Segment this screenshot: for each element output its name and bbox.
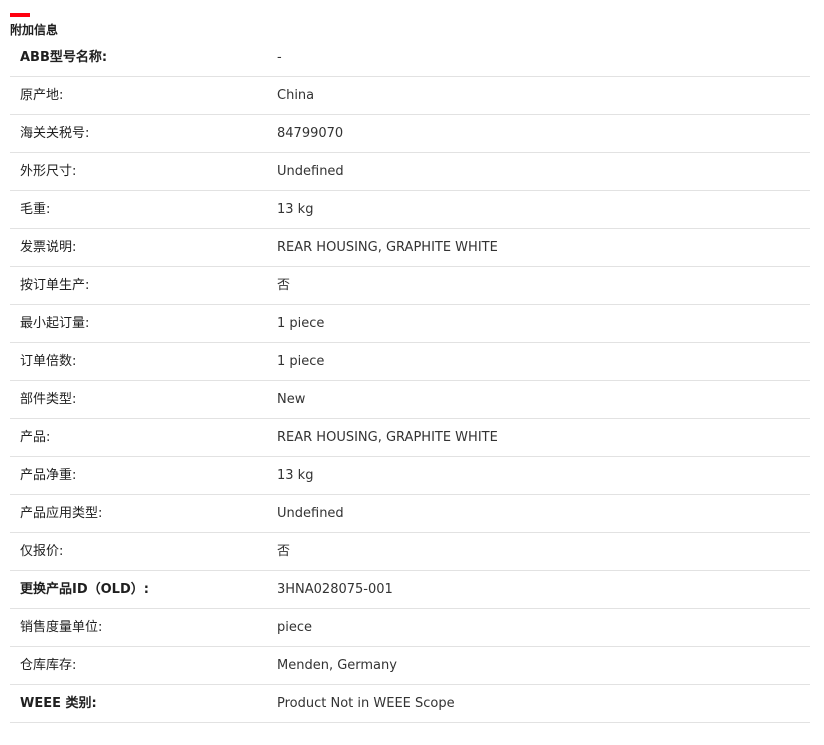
row-value: 否 (277, 544, 291, 559)
table-row: 外形尺寸: Undefined (10, 153, 810, 191)
row-label: 销售度量单位: (20, 620, 103, 635)
row-value: China (277, 88, 315, 103)
row-label: 仅报价: (20, 544, 64, 559)
table-row: ABB型号名称: - (10, 39, 810, 77)
row-label: 订单倍数: (20, 354, 77, 369)
row-value: 1 piece (277, 316, 325, 331)
row-value: New (277, 392, 306, 407)
row-value: piece (277, 620, 313, 635)
row-label: 产品应用类型: (20, 506, 103, 521)
table-row: 仓库库存: Menden, Germany (10, 647, 810, 685)
row-value: 否 (277, 278, 291, 293)
table-row: 海关关税号: 84799070 (10, 115, 810, 153)
row-label: WEEE 类别: (20, 696, 97, 711)
table-row: 更换产品ID（OLD）: 3HNA028075-001 (10, 571, 810, 609)
row-label: 部件类型: (20, 392, 77, 407)
row-label: 仓库库存: (20, 658, 77, 673)
table-row: WEEE 类别: Product Not in WEEE Scope (10, 685, 810, 723)
section-title: 附加信息 (10, 23, 59, 37)
row-value: Undefined (277, 164, 344, 179)
row-value: Menden, Germany (277, 658, 397, 673)
table-row: 发票说明: REAR HOUSING, GRAPHITE WHITE (10, 229, 810, 267)
row-value: 3HNA028075-001 (277, 582, 393, 597)
table-row: 订单倍数: 1 piece (10, 343, 810, 381)
row-value: 13 kg (277, 468, 314, 483)
row-value: 84799070 (277, 126, 344, 141)
row-label: 产品净重: (20, 468, 77, 483)
attributes-table: ABB型号名称: - 原产地: China 海关关税号: 84799070 外形… (10, 39, 810, 723)
section-accent-bar (10, 13, 30, 17)
row-value: REAR HOUSING, GRAPHITE WHITE (277, 430, 498, 445)
table-row: 原产地: China (10, 77, 810, 115)
row-label: 产品: (20, 430, 51, 445)
row-label: 最小起订量: (20, 316, 90, 331)
table-row: 销售度量单位: piece (10, 609, 810, 647)
row-value: REAR HOUSING, GRAPHITE WHITE (277, 240, 498, 255)
row-label: 外形尺寸: (20, 164, 77, 179)
row-label: 更换产品ID（OLD）: (20, 582, 149, 597)
row-label: 原产地: (20, 88, 64, 103)
table-row: 毛重: 13 kg (10, 191, 810, 229)
row-label: 发票说明: (20, 240, 77, 255)
table-row: 产品应用类型: Undefined (10, 495, 810, 533)
row-value: Undefined (277, 506, 344, 521)
table-row: 产品: REAR HOUSING, GRAPHITE WHITE (10, 419, 810, 457)
row-label: 毛重: (20, 202, 51, 217)
additional-info-section: 附加信息 ABB型号名称: - 原产地: China 海关关税号: 847990… (10, 13, 810, 723)
row-value: Product Not in WEEE Scope (277, 696, 455, 711)
row-label: ABB型号名称: (20, 50, 108, 65)
row-value: 13 kg (277, 202, 314, 217)
table-row: 仅报价: 否 (10, 533, 810, 571)
table-row: 按订单生产: 否 (10, 267, 810, 305)
row-label: 按订单生产: (20, 278, 90, 293)
table-row: 最小起订量: 1 piece (10, 305, 810, 343)
row-value: 1 piece (277, 354, 325, 369)
row-value: - (277, 50, 282, 65)
table-row: 产品净重: 13 kg (10, 457, 810, 495)
row-label: 海关关税号: (20, 126, 90, 141)
table-row: 部件类型: New (10, 381, 810, 419)
